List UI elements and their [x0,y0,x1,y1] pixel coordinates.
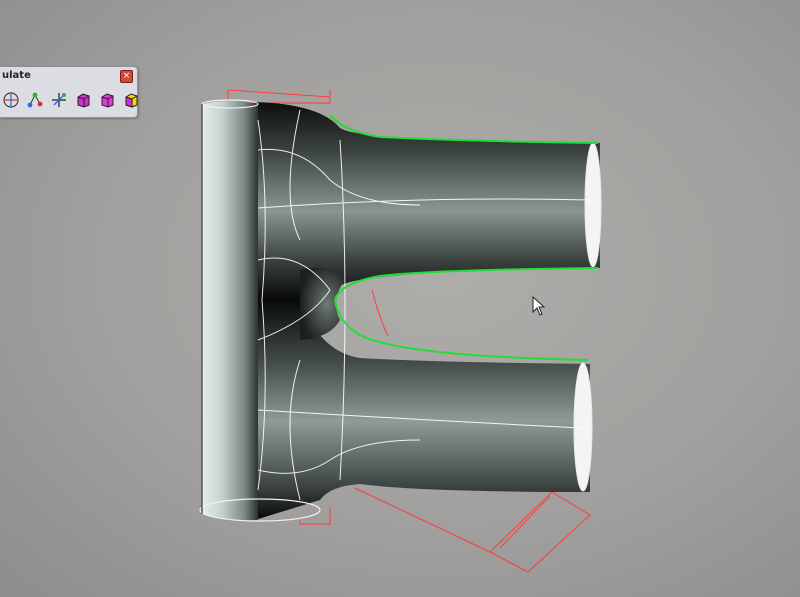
axis-sphere-icon[interactable] [0,89,22,111]
floating-toolbar: ulate × [0,66,138,118]
cube-magenta-icon[interactable] [72,89,94,111]
toolbar-icon-row [0,89,142,111]
lower-pipe-opening [573,362,593,492]
branch-saddle [300,267,345,340]
star-axis-icon[interactable] [48,89,70,111]
main-vertical-pipe [202,101,258,521]
mouse-cursor-icon [532,296,546,316]
toolbar-title: ulate [2,70,31,81]
cube-yellow-icon[interactable] [120,89,142,111]
node-graph-icon[interactable] [24,89,46,111]
upper-pipe-opening [584,142,602,268]
close-icon[interactable]: × [120,70,133,83]
cube-magenta-2-icon[interactable] [96,89,118,111]
